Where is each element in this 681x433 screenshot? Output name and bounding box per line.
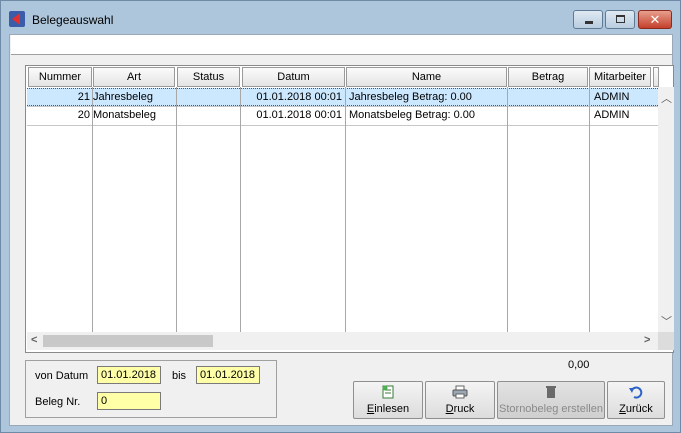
scroll-right-icon[interactable]: >: [644, 334, 650, 346]
bis-label: bis: [172, 370, 187, 382]
belegeauswahl-window: Belegeauswahl ✕ Nummer Art Status Datum …: [0, 0, 681, 433]
stornobeleg-erstellen-button[interactable]: Stornobeleg erstellen: [497, 381, 605, 419]
maximize-icon: [616, 15, 625, 23]
printer-icon: [452, 385, 468, 399]
title-bar[interactable]: Belegeauswahl ✕: [1, 1, 680, 34]
column-divider: [507, 87, 508, 332]
column-header-mitarbeiter[interactable]: Mitarbeiter: [589, 67, 651, 87]
row-divider: [27, 106, 658, 107]
column-divider: [176, 87, 177, 332]
zurueck-label: Zurück: [619, 403, 653, 415]
cell-art: Jahresbeleg: [93, 91, 153, 103]
von-datum-input[interactable]: 01.01.2018: [97, 366, 161, 384]
scroll-down-icon[interactable]: ﹀: [661, 313, 672, 329]
row-divider: [27, 125, 658, 126]
belege-table: Nummer Art Status Datum Name Betrag Mita…: [25, 65, 674, 353]
top-strip: [11, 35, 672, 55]
trash-icon: [546, 386, 556, 398]
horizontal-scroll-thumb[interactable]: [43, 335, 213, 347]
scroll-corner: [658, 332, 674, 350]
column-header-status[interactable]: Status: [177, 67, 240, 87]
cell-art: Monatsbeleg: [93, 109, 156, 121]
cell-betrag: [508, 89, 588, 107]
cell-datum: 01.01.2018 00:01: [256, 109, 342, 121]
undo-icon: [629, 386, 643, 399]
column-header-nummer[interactable]: Nummer: [28, 67, 92, 87]
table-row[interactable]: 21 Jahresbeleg 01.01.2018 00:01 Jahresbe…: [27, 88, 658, 106]
client-area: Nummer Art Status Datum Name Betrag Mita…: [9, 34, 674, 426]
horizontal-scrollbar[interactable]: < >: [27, 332, 658, 350]
column-header-betrag[interactable]: Betrag: [508, 67, 588, 87]
bis-datum-input[interactable]: 01.01.2018: [196, 366, 260, 384]
window-title: Belegeauswahl: [32, 13, 114, 27]
von-datum-label: von Datum: [35, 370, 89, 382]
minimize-icon: [585, 21, 593, 24]
beleg-nr-input[interactable]: 0: [97, 392, 161, 410]
scroll-up-icon[interactable]: ︿: [661, 90, 672, 106]
cell-mitarbeiter: ADMIN: [594, 91, 630, 103]
cell-name: Jahresbeleg Betrag: 0.00: [349, 91, 472, 103]
minimize-button[interactable]: [573, 10, 603, 29]
cell-name: Monatsbeleg Betrag: 0.00: [349, 109, 475, 121]
column-divider: [589, 87, 590, 332]
vertical-scrollbar[interactable]: ︿ ﹀: [658, 87, 674, 332]
import-icon: [382, 385, 394, 399]
close-button[interactable]: ✕: [638, 10, 672, 29]
scroll-left-icon[interactable]: <: [31, 334, 37, 346]
column-divider: [345, 87, 346, 332]
cell-nummer: 20: [77, 109, 90, 121]
table-row[interactable]: 20 Monatsbeleg 01.01.2018 00:01 Monatsbe…: [27, 107, 658, 125]
column-divider: [92, 87, 93, 332]
column-header-extra: [653, 67, 659, 87]
column-header-name[interactable]: Name: [346, 67, 507, 87]
column-header-art[interactable]: Art: [93, 67, 175, 87]
maximize-button[interactable]: [605, 10, 635, 29]
filter-group: von Datum 01.01.2018 bis 01.01.2018 Bele…: [25, 360, 277, 418]
druck-label: Druck: [445, 403, 475, 415]
cell-mitarbeiter: ADMIN: [594, 109, 630, 121]
stornobeleg-label: Stornobeleg erstellen: [499, 403, 603, 415]
column-header-datum[interactable]: Datum: [242, 67, 345, 87]
einlesen-label: Einlesen: [366, 403, 410, 415]
cell-status: [177, 107, 240, 125]
cell-betrag: [508, 107, 588, 125]
druck-button[interactable]: Druck: [425, 381, 495, 419]
cell-nummer: 21: [77, 91, 90, 103]
einlesen-button[interactable]: Einlesen: [353, 381, 423, 419]
zurueck-button[interactable]: Zurück: [607, 381, 665, 419]
column-divider: [240, 87, 241, 332]
beleg-nr-label: Beleg Nr.: [35, 396, 81, 408]
cell-status: [177, 89, 240, 107]
cell-datum: 01.01.2018 00:01: [256, 91, 342, 103]
app-logo-icon: [9, 11, 25, 27]
total-amount: 0,00: [568, 359, 590, 371]
close-icon: ✕: [649, 12, 661, 27]
